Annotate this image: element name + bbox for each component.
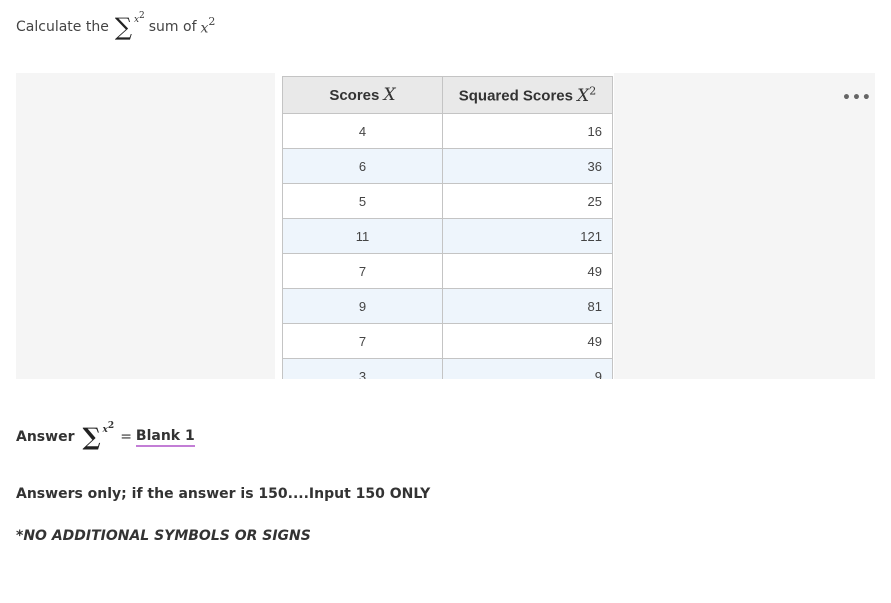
table-panel-right: [614, 73, 875, 379]
cell-x2: 49: [442, 253, 613, 289]
cell-x2: 49: [442, 323, 613, 359]
cell-x: 5: [282, 183, 443, 219]
answer-blank-1[interactable]: Blank 1: [135, 428, 195, 447]
scores-table: Scores X Squared Scores X2 4 16 6 36 5 25 1…: [282, 76, 613, 379]
cell-x: 6: [282, 148, 443, 184]
header-squared-scores: Squared Scores X2: [442, 76, 613, 114]
table-container: Scores X Squared Scores X2 4 16 6 36 5 25 1…: [275, 73, 614, 379]
sigma-superscript: x2: [133, 11, 145, 25]
table-row: 11 121: [282, 218, 613, 254]
answer-label: Answer: [16, 429, 75, 445]
cell-x2: 16: [442, 113, 613, 149]
cell-x: 9: [282, 288, 443, 324]
table-panel-left: [16, 73, 275, 379]
sigma-symbol: ∑: [114, 13, 132, 41]
table-row: 7 49: [282, 253, 613, 289]
sigma-symbol: ∑: [82, 422, 101, 451]
warning-text: *NO ADDITIONAL SYMBOLS OR SIGNS: [16, 528, 311, 544]
question-prefix: Calculate the: [16, 19, 109, 35]
cell-x2: 36: [442, 148, 613, 184]
table-row: 4 16: [282, 113, 613, 149]
cell-x2: 9: [442, 358, 613, 379]
instruction-text: Answers only; if the answer is 150....In…: [16, 486, 431, 502]
cell-x: 7: [282, 253, 443, 289]
answer-line: Answer ∑ x2 = Blank 1: [16, 421, 195, 452]
question-suffix: sum of: [148, 19, 197, 35]
header-scores: Scores X: [282, 76, 443, 114]
sigma-superscript: x2: [102, 421, 115, 435]
table-row: 7 49: [282, 323, 613, 359]
math-x-squared: x2: [200, 15, 216, 37]
cell-x2: 81: [442, 288, 613, 324]
table-header-row: Scores X Squared Scores X2: [282, 76, 613, 114]
table-row: 5 25: [282, 183, 613, 219]
table-row: 6 36: [282, 148, 613, 184]
table-row: 39: [282, 358, 613, 379]
cell-x: 3: [282, 358, 443, 379]
more-options-icon[interactable]: •••: [842, 90, 872, 106]
cell-x: 11: [282, 218, 443, 254]
equals-sign: =: [120, 429, 132, 445]
cell-x2: 25: [442, 183, 613, 219]
cell-x: 4: [282, 113, 443, 149]
table-row: 9 81: [282, 288, 613, 324]
question-text: Calculate the ∑ x2 sum of x2: [16, 11, 216, 42]
cell-x2: 121: [442, 218, 613, 254]
cell-x: 7: [282, 323, 443, 359]
